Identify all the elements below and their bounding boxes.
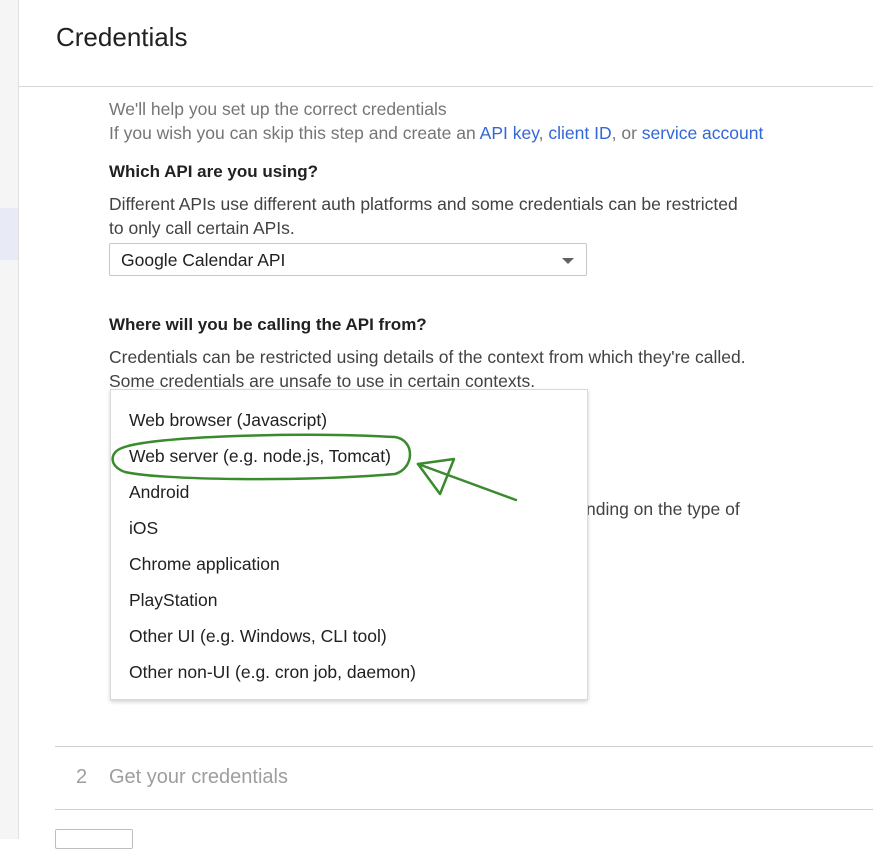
option-playstation[interactable]: PlayStation [129,590,218,611]
calling-section-heading: Where will you be calling the API from? [109,315,427,334]
obscured-description-text: nding on the type of [586,499,740,519]
option-web-server[interactable]: Web server (e.g. node.js, Tomcat) [129,446,391,467]
left-nav-active-item[interactable] [0,208,18,260]
intro-line-2-prefix: If you wish you can skip this step and c… [109,123,480,143]
footer-button[interactable] [55,829,133,849]
intro-line-2: If you wish you can skip this step and c… [109,123,763,144]
intro-separator: , or [611,123,642,143]
intro-separator: , [538,123,549,143]
api-select-value: Google Calendar API [121,250,286,270]
option-other-non-ui[interactable]: Other non-UI (e.g. cron job, daemon) [129,662,416,683]
intro-line-1: We'll help you set up the correct creden… [109,99,447,119]
client-id-link[interactable]: client ID [548,123,611,143]
api-select[interactable]: Google Calendar API [109,243,587,276]
option-ios[interactable]: iOS [129,518,158,539]
step-title[interactable]: Get your credentials [109,766,288,789]
step-divider-top [55,746,873,747]
calling-from-dropdown-menu: Web browser (Javascript) Web server (e.g… [110,389,588,700]
api-key-link[interactable]: API key [480,123,539,143]
page-title: Credentials [56,22,188,52]
dropdown-arrow-icon [562,258,574,264]
step-divider-bottom [55,809,873,810]
option-web-browser[interactable]: Web browser (Javascript) [129,410,327,431]
step-number: 2 [76,766,88,788]
left-nav-rail [0,0,19,839]
calling-section-description: Credentials can be restricted using deta… [109,347,746,391]
option-other-ui[interactable]: Other UI (e.g. Windows, CLI tool) [129,626,387,647]
service-account-link[interactable]: service account [642,123,764,143]
api-section-description: Different APIs use different auth platfo… [109,194,738,238]
option-chrome-application[interactable]: Chrome application [129,554,280,575]
option-android[interactable]: Android [129,482,189,503]
api-section-heading: Which API are you using? [109,162,319,181]
title-divider [19,86,873,87]
